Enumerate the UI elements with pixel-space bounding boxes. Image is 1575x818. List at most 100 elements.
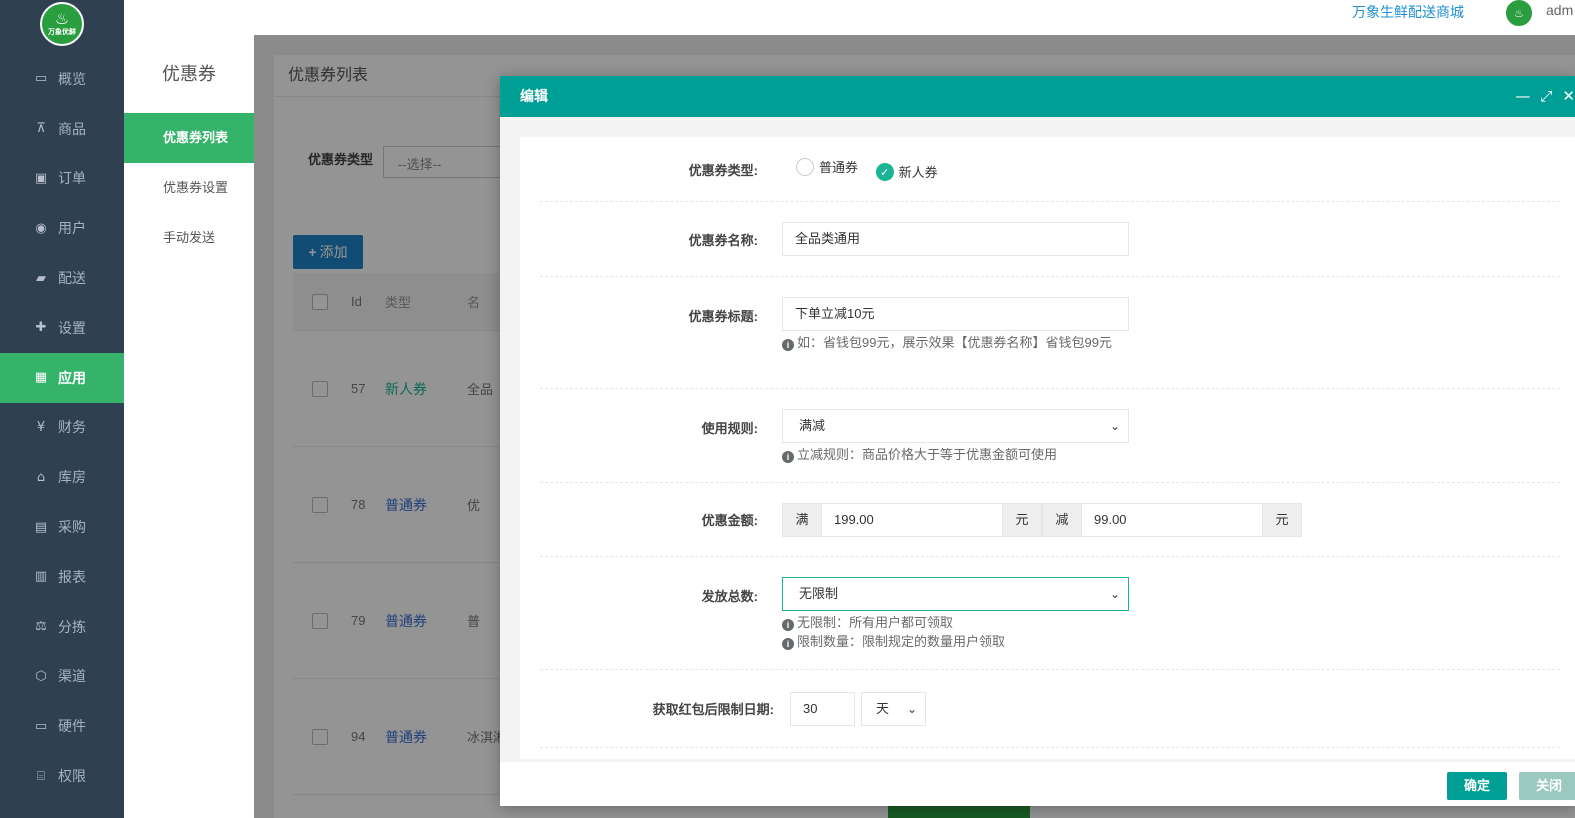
yen-icon: ¥ — [36, 419, 46, 435]
nav-item-label: 商品 — [58, 120, 86, 137]
nav-item-2[interactable]: ▣ 订单 — [0, 154, 124, 204]
dialog-controls: — ⤢ ✕ — [1515, 76, 1575, 117]
form-row-total: 发放总数: 无限制 ⌄ i 无限制：所有用户都可领取 i 限制数量：限制规定的数量用… — [540, 557, 1560, 670]
home-icon: ⌂ — [36, 469, 46, 485]
top-bar: 万象生鲜配送商城 ♨ adm — [124, 0, 1575, 35]
radio-normal-coupon[interactable]: 普通券 — [796, 157, 858, 176]
coupon-subtitle-help: i 如：省钱包99元，展示效果【优惠券名称】省钱包99元 — [782, 334, 1127, 352]
limit-date-unit-select[interactable]: 天 ⌄ — [861, 691, 926, 726]
minimize-icon[interactable]: — — [1515, 76, 1530, 117]
minus-prefix-addon: 减 — [1042, 502, 1082, 537]
coupon-subtitle-label: 优惠券标题: — [688, 309, 758, 324]
form-row-rule: 使用规则: 满减 ⌄ i 立减规则：商品价格大于等于优惠金额可使用 — [540, 389, 1560, 483]
monitor-icon: ▭ — [34, 71, 48, 87]
coupon-amount-label: 优惠金额: — [701, 513, 758, 528]
subnav-item-manual-send[interactable]: 手动发送 — [124, 213, 254, 263]
logo-icon: ♨ 万象优鲜 — [40, 2, 84, 46]
limit-date-control: 30 天 ⌄ — [790, 691, 1560, 726]
coupon-form: 优惠券类型: 普通券 ✓ 新人券 优惠券名称: 全品类通用 优惠券标题: 下单立… — [520, 137, 1575, 759]
full-amount-input[interactable]: 199.00 — [822, 502, 1002, 537]
money-icon: ▣ — [34, 170, 48, 186]
scale-icon: ⚖ — [35, 619, 47, 635]
limit-date-label: 获取红包后限制日期: — [652, 702, 774, 717]
dialog-footer: 确定 关闭 — [500, 762, 1575, 806]
nav-item-3[interactable]: ◉ 用户 — [0, 203, 124, 253]
usage-rule-select[interactable]: 满减 ⌄ — [782, 409, 1129, 443]
nav-menu: ▭ 概览 ⊼ 商品 ▣ 订单 ◉ 用户 ▰ 配送 ✚ 设置 ▦ 应用 ¥ 财务 ⌂ 库房 ▤ 采购 ▥ 报表 ⚖ 分拣 ⬡ 渠道 ▭… — [0, 54, 124, 801]
radio-checked-icon: ✓ — [875, 162, 894, 181]
info-icon: i — [782, 339, 794, 351]
nav-item-label: 配送 — [58, 270, 86, 287]
puzzle-icon: ✚ — [35, 320, 47, 336]
logo[interactable]: ♨ 万象优鲜 — [0, 0, 124, 48]
close-button[interactable]: 关闭 — [1519, 772, 1575, 800]
total-issue-control: 无限制 ⌄ i 无限制：所有用户都可领取 i 限制数量：限制规定的数量用户领取 — [782, 577, 1560, 669]
dialog-body[interactable]: 优惠券类型: 普通券 ✓ 新人券 优惠券名称: 全品类通用 优惠券标题: 下单立… — [500, 117, 1575, 762]
info-icon: i — [782, 638, 794, 650]
coupon-amount-input-group: 满 199.00 元 减 99.00 元 — [782, 502, 1302, 537]
nav-item-label: 用户 — [58, 220, 86, 237]
nav-item-8[interactable]: ⌂ 库房 — [0, 452, 124, 502]
close-icon[interactable]: ✕ — [1562, 76, 1575, 117]
nav-item-4[interactable]: ▰ 配送 — [0, 253, 124, 303]
form-row-name: 优惠券名称: 全品类通用 — [540, 202, 1560, 277]
nav-item-9[interactable]: ▤ 采购 — [0, 502, 124, 552]
confirm-button[interactable]: 确定 — [1447, 772, 1507, 800]
nav-item-label: 分拣 — [58, 618, 86, 635]
coupon-name-label: 优惠券名称: — [688, 232, 758, 248]
bar-chart-icon: ▥ — [34, 569, 48, 585]
avatar[interactable]: ♨ — [1504, 0, 1534, 28]
coupon-name-input[interactable]: 全品类通用 — [782, 222, 1129, 256]
coupon-subtitle-input[interactable]: 下单立减10元 — [782, 297, 1129, 331]
nav-item-label: 报表 — [58, 568, 86, 585]
nav-item-label: 财务 — [58, 419, 86, 436]
shop-name-link[interactable]: 万象生鲜配送商城 — [1352, 2, 1464, 22]
username[interactable]: adm — [1546, 2, 1573, 18]
coupon-type-radio-group: 普通券 ✓ 新人券 — [782, 157, 1560, 181]
truck-icon: ▰ — [36, 270, 46, 286]
app-icon: ▦ — [34, 370, 48, 386]
desktop-icon: ▭ — [34, 718, 48, 734]
nav-item-12[interactable]: ⬡ 渠道 — [0, 652, 124, 702]
nav-item-6[interactable]: ▦ 应用 — [0, 352, 124, 403]
coupon-amount-control: 满 199.00 元 减 99.00 元 — [782, 502, 1560, 537]
subnav-item-coupon-settings[interactable]: 优惠券设置 — [124, 163, 254, 213]
nav-item-5[interactable]: ✚ 设置 — [0, 303, 124, 353]
full-unit-addon: 元 — [1002, 502, 1042, 537]
nav-item-label: 库房 — [58, 469, 86, 486]
nav-item-1[interactable]: ⊼ 商品 — [0, 104, 124, 154]
chevron-down-icon: ⌄ — [906, 701, 917, 716]
coupon-name-control: 全品类通用 — [782, 222, 1560, 256]
dialog-title: 编辑 — [520, 88, 548, 104]
dialog-header: 编辑 — ⤢ ✕ — [500, 76, 1575, 117]
nav-item-14[interactable]: ⌸ 权限 — [0, 751, 124, 801]
minus-unit-addon: 元 — [1262, 502, 1302, 537]
bus-icon: ▤ — [34, 519, 48, 535]
nav-item-0[interactable]: ▭ 概览 — [0, 54, 124, 104]
chevron-down-icon: ⌄ — [1109, 419, 1120, 433]
maximize-icon[interactable]: ⤢ — [1540, 76, 1552, 117]
limit-date-input[interactable]: 30 — [790, 691, 855, 726]
nav-item-7[interactable]: ¥ 财务 — [0, 403, 124, 453]
cart-icon: ⊼ — [36, 121, 46, 137]
nav-item-11[interactable]: ⚖ 分拣 — [0, 602, 124, 652]
coupon-type-label: 优惠券类型: — [688, 162, 758, 178]
nav-item-label: 订单 — [58, 170, 86, 187]
radio-unchecked-icon — [796, 157, 814, 176]
info-icon: i — [782, 451, 794, 463]
usage-rule-control: 满减 ⌄ i 立减规则：商品价格大于等于优惠金额可使用 — [782, 409, 1560, 482]
full-prefix-addon: 满 — [782, 502, 822, 537]
info-icon: i — [782, 619, 794, 631]
nav-item-label: 硬件 — [58, 718, 86, 735]
main-sidebar: ♨ 万象优鲜 ▭ 概览 ⊼ 商品 ▣ 订单 ◉ 用户 ▰ 配送 ✚ 设置 ▦ 应用 ¥ 财务 ⌂ 库房 ▤ 采购 ▥ 报表… — [0, 0, 124, 818]
minus-amount-input[interactable]: 99.00 — [1082, 502, 1262, 537]
usage-rule-help: i 立减规则：商品价格大于等于优惠金额可使用 — [782, 446, 1560, 464]
total-issue-help-2: i 限制数量：限制规定的数量用户领取 — [782, 633, 1560, 651]
total-issue-help-1: i 无限制：所有用户都可领取 — [782, 614, 1560, 632]
subnav-item-coupon-list[interactable]: 优惠券列表 — [124, 113, 254, 163]
nav-item-10[interactable]: ▥ 报表 — [0, 552, 124, 602]
total-issue-select[interactable]: 无限制 ⌄ — [782, 577, 1129, 611]
nav-item-label: 渠道 — [58, 668, 86, 685]
nav-item-13[interactable]: ▭ 硬件 — [0, 701, 124, 751]
radio-new-user-coupon[interactable]: ✓ 新人券 — [875, 162, 938, 181]
